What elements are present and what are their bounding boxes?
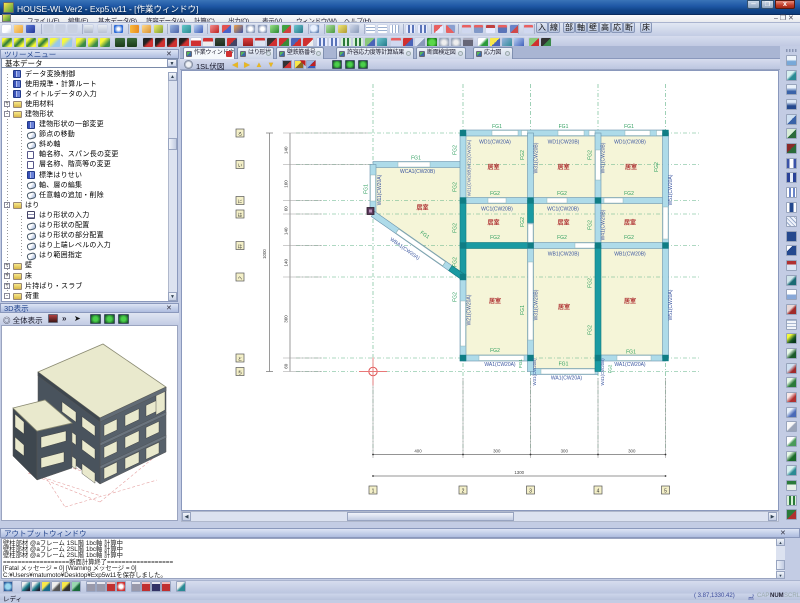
svg-text:FG2: FG2	[490, 191, 500, 197]
svg-text:居室: 居室	[416, 204, 428, 212]
svg-text:WC1(CW20B): WC1(CW20B)	[547, 207, 579, 213]
svg-text:FG2: FG2	[453, 145, 459, 155]
svg-text:FG2: FG2	[588, 220, 594, 230]
svg-text:FG2: FG2	[624, 235, 634, 241]
svg-text:2: 2	[462, 488, 465, 494]
svg-text:WD1(CW20B): WD1(CW20B)	[614, 140, 646, 146]
svg-text:140: 140	[284, 259, 289, 267]
svg-text:300: 300	[561, 449, 569, 454]
svg-text:FG2: FG2	[453, 257, 459, 267]
svg-text:3: 3	[529, 488, 532, 494]
svg-text:居室: 居室	[624, 297, 636, 305]
svg-text:W21(CW20B)W21(CW20A): W21(CW20B)W21(CW20A)	[467, 139, 472, 196]
svg-text:WA1(CW20A): WA1(CW20A)	[614, 362, 646, 368]
svg-text:140: 140	[284, 146, 289, 154]
svg-text:WA1(CW20A): WA1(CW20A)	[551, 376, 583, 382]
svg-text:360: 360	[284, 315, 289, 323]
svg-text:と: と	[238, 356, 243, 361]
svg-text:FG2: FG2	[453, 182, 459, 192]
svg-text:居室: 居室	[489, 297, 501, 305]
svg-text:FG1: FG1	[520, 305, 526, 315]
svg-text:5: 5	[664, 488, 667, 494]
svg-text:140: 140	[284, 227, 289, 235]
svg-text:1000: 1000	[262, 249, 267, 259]
svg-text:60: 60	[284, 363, 289, 369]
svg-text:居室: 居室	[624, 219, 636, 227]
svg-text:60: 60	[284, 206, 289, 212]
svg-text:4: 4	[597, 488, 600, 494]
svg-text:FG2: FG2	[588, 278, 594, 288]
svg-text:FG2: FG2	[588, 325, 594, 335]
svg-text:W21(CW20A): W21(CW20A)	[467, 294, 473, 325]
svg-text:1: 1	[372, 488, 375, 494]
svg-text:FG1: FG1	[492, 124, 502, 130]
svg-text:FG2: FG2	[624, 191, 634, 197]
svg-text:居室: 居室	[557, 219, 569, 227]
svg-text:W31(CW20B): W31(CW20B)	[534, 142, 540, 173]
svg-text:300: 300	[628, 449, 636, 454]
svg-text:W51(CW20A): W51(CW20A)	[668, 174, 674, 205]
svg-text:FG2: FG2	[520, 150, 526, 160]
svg-text:W51(CW20A): W51(CW20A)	[668, 289, 674, 320]
svg-text:FG2: FG2	[557, 235, 567, 241]
svg-text:FG2: FG2	[453, 292, 459, 302]
svg-text:FG2: FG2	[608, 364, 613, 373]
svg-text:FG2: FG2	[490, 348, 500, 354]
svg-text:W11(CW20A): W11(CW20A)	[377, 174, 383, 205]
svg-text:WD1(CW20A): WD1(CW20A)	[479, 140, 511, 146]
svg-text:FG1: FG1	[411, 156, 421, 162]
svg-text:WCA1(CW20B): WCA1(CW20B)	[400, 169, 435, 175]
svg-text:居室: 居室	[558, 303, 570, 311]
svg-text:FG2: FG2	[520, 217, 526, 227]
svg-text:WA1(CW20A): WA1(CW20A)	[484, 362, 516, 368]
svg-text:居室: 居室	[487, 163, 499, 171]
svg-text:FG1: FG1	[559, 124, 569, 130]
svg-text:W41(CW20B): W41(CW20B)	[601, 142, 607, 173]
svg-text:FG1: FG1	[518, 359, 523, 368]
svg-text:FG2: FG2	[557, 191, 567, 197]
svg-text:400: 400	[414, 449, 422, 454]
svg-text:1300: 1300	[514, 470, 524, 475]
svg-text:居室: 居室	[487, 219, 499, 227]
svg-text:WC1(CW20B): WC1(CW20B)	[481, 207, 513, 213]
svg-text:FG2: FG2	[490, 235, 500, 241]
svg-text:FG2: FG2	[654, 162, 660, 172]
svg-text:FG1: FG1	[364, 184, 370, 194]
svg-text:W41(CW20B): W41(CW20B)	[601, 209, 607, 240]
svg-text:W31(CW20B): W31(CW20B)	[534, 289, 540, 320]
svg-text:い: い	[238, 163, 243, 168]
svg-text:FG1: FG1	[559, 362, 569, 368]
svg-text:160: 160	[284, 180, 289, 188]
svg-text:居室: 居室	[625, 163, 637, 171]
svg-text:WB1(CW20B): WB1(CW20B)	[614, 252, 646, 258]
svg-text:FG2: FG2	[453, 223, 459, 233]
svg-text:FG1: FG1	[626, 350, 636, 356]
svg-text:FG2: FG2	[588, 150, 594, 160]
svg-text:居室: 居室	[557, 163, 569, 171]
svg-text:300: 300	[493, 449, 501, 454]
svg-text:へ: へ	[238, 275, 243, 280]
svg-text:W31(CW20B): W31(CW20B)	[532, 358, 537, 386]
svg-text:WD1(CW20B): WD1(CW20B)	[548, 140, 580, 146]
svg-text:FG1: FG1	[624, 124, 634, 130]
svg-text:WB1(CW20B): WB1(CW20B)	[548, 252, 580, 258]
svg-text:W41(CW20B): W41(CW20B)	[600, 358, 605, 386]
